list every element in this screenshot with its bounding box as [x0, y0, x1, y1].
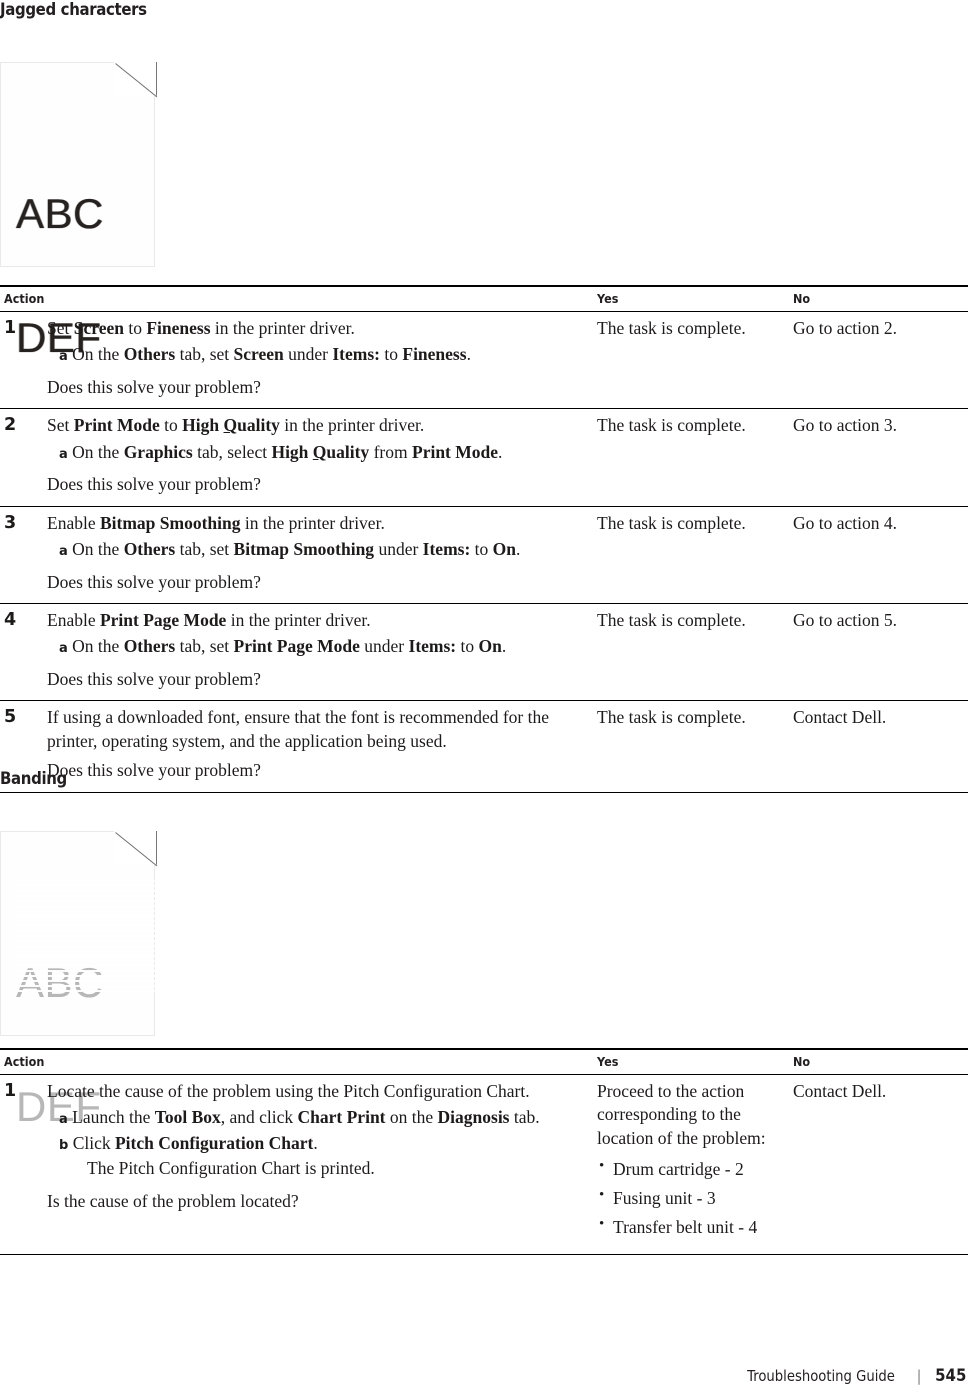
row-no-cell: Contact Dell. — [789, 700, 968, 793]
row-number: 4 — [0, 603, 43, 702]
row-number: 2 — [0, 408, 43, 507]
row-yes-cell: The task is complete. — [593, 506, 789, 604]
row-number: 3 — [0, 506, 43, 604]
row-no-cell: Go to action 3. — [789, 408, 968, 507]
row-action-cell: Enable Bitmap Smoothing in the printer d… — [43, 506, 593, 604]
step-question: Does this solve your problem? — [47, 668, 261, 689]
row-yes-cell: The task is complete. — [593, 603, 789, 702]
column-header-yes: Yes — [593, 285, 789, 312]
troubleshooting-table-jagged-characters: Action Yes No 1 Set Screen to Fineness i… — [0, 285, 968, 793]
substep-a: a On the Others tab, set Screen under It… — [59, 344, 471, 365]
substep-a: a On the Graphics tab, select High Quali… — [59, 441, 503, 462]
step-main-text: If using a downloaded font, ensure that … — [47, 707, 550, 751]
table-row: 2 Set Print Mode to High Quality in the … — [0, 408, 968, 507]
row-action-cell: Enable Print Page Mode in the printer dr… — [43, 603, 593, 702]
table-row: 5 If using a downloaded font, ensure tha… — [0, 700, 968, 793]
step-main-text: Set Print Mode to High Quality in the pr… — [47, 415, 425, 436]
step-main-text: Set Screen to Fineness in the printer dr… — [47, 318, 355, 338]
table-row: 1 Set Screen to Fineness in the printer … — [0, 311, 968, 410]
section-heading-banding: Banding — [0, 769, 67, 789]
bold-high-quality: High Quality — [182, 415, 280, 436]
printed-page-sample-jagged: ABC DEF — [0, 61, 158, 358]
table-row: 3 Enable Bitmap Smoothing in the printer… — [0, 506, 968, 604]
table-row: 4 Enable Print Page Mode in the printer … — [0, 603, 968, 702]
row-no-cell: Go to action 2. — [789, 311, 968, 410]
section-heading-jagged-characters: Jagged characters — [0, 0, 147, 20]
column-header-action: Action — [0, 285, 593, 312]
column-header-no: No — [789, 1048, 968, 1075]
row-yes-cell: Proceed to the action corresponding to t… — [593, 1074, 789, 1255]
row-action-cell: Set Screen to Fineness in the printer dr… — [43, 311, 593, 410]
table-header-row: Action Yes No — [0, 285, 968, 312]
row-no-cell: Go to action 5. — [789, 603, 968, 702]
step-question: Does this solve your problem? — [47, 474, 261, 495]
step-question: Does this solve your problem? — [47, 571, 261, 592]
row-number: 1 — [0, 1074, 43, 1255]
row-yes-cell: The task is complete. — [593, 408, 789, 507]
list-item: Fusing unit - 3 — [597, 1186, 781, 1210]
row-action-cell: Locate the cause of the problem using th… — [43, 1074, 593, 1255]
row-no-cell: Go to action 4. — [789, 506, 968, 604]
page-fold-corner-icon — [114, 61, 157, 96]
page-fold-corner-icon — [114, 830, 157, 865]
list-item: Transfer belt unit - 4 — [597, 1215, 781, 1239]
column-header-no: No — [789, 285, 968, 312]
substep-b: b Click Pitch Configuration Chart. — [59, 1132, 318, 1153]
substep-a: a On the Others tab, set Print Page Mode… — [59, 636, 507, 657]
step-question: Does this solve your problem? — [47, 760, 261, 781]
row-action-cell: If using a downloaded font, ensure that … — [43, 700, 593, 793]
troubleshooting-table-banding: Action Yes No 1 Locate the cause of the … — [0, 1048, 968, 1255]
cause-location-list: Drum cartridge - 2 Fusing unit - 3 Trans… — [597, 1157, 781, 1239]
column-header-yes: Yes — [593, 1048, 789, 1075]
row-action-cell: Set Print Mode to High Quality in the pr… — [43, 408, 593, 507]
step-main-text: Locate the cause of the problem using th… — [47, 1081, 530, 1101]
step-main-text: Enable Print Page Mode in the printer dr… — [47, 609, 371, 630]
footer-separator: | — [916, 1367, 922, 1385]
bold-high-quality: High Quality — [271, 441, 370, 462]
step-question: Does this solve your problem? — [47, 376, 261, 397]
printed-page-sample-banding: ABC DEF — [0, 830, 158, 1127]
sample-text-line1: ABC — [16, 959, 104, 1007]
list-item: Drum cartridge - 2 — [597, 1157, 781, 1181]
footer-guide-title: Troubleshooting Guide — [747, 1367, 896, 1385]
page-footer: Troubleshooting Guide | 545 — [737, 1366, 968, 1386]
yes-intro-text: Proceed to the action corresponding to t… — [597, 1081, 766, 1148]
substep-result-note: The Pitch Configuration Chart is printed… — [87, 1158, 375, 1179]
step-question: Is the cause of the problem located? — [47, 1190, 299, 1211]
substep-a: a On the Others tab, set Bitmap Smoothin… — [59, 539, 521, 560]
sample-text-line1: ABC — [16, 190, 104, 238]
table-header-row: Action Yes No — [0, 1048, 968, 1075]
table-row: 1 Locate the cause of the problem using … — [0, 1074, 968, 1255]
row-yes-cell: The task is complete. — [593, 700, 789, 793]
row-number: 1 — [0, 311, 43, 410]
row-yes-cell: The task is complete. — [593, 311, 789, 410]
substep-a: a Launch the Tool Box, and click Chart P… — [59, 1107, 540, 1128]
column-header-action: Action — [0, 1048, 593, 1075]
footer-page-number: 545 — [934, 1366, 966, 1386]
row-no-cell: Contact Dell. — [789, 1074, 968, 1255]
step-main-text: Enable Bitmap Smoothing in the printer d… — [47, 512, 385, 533]
